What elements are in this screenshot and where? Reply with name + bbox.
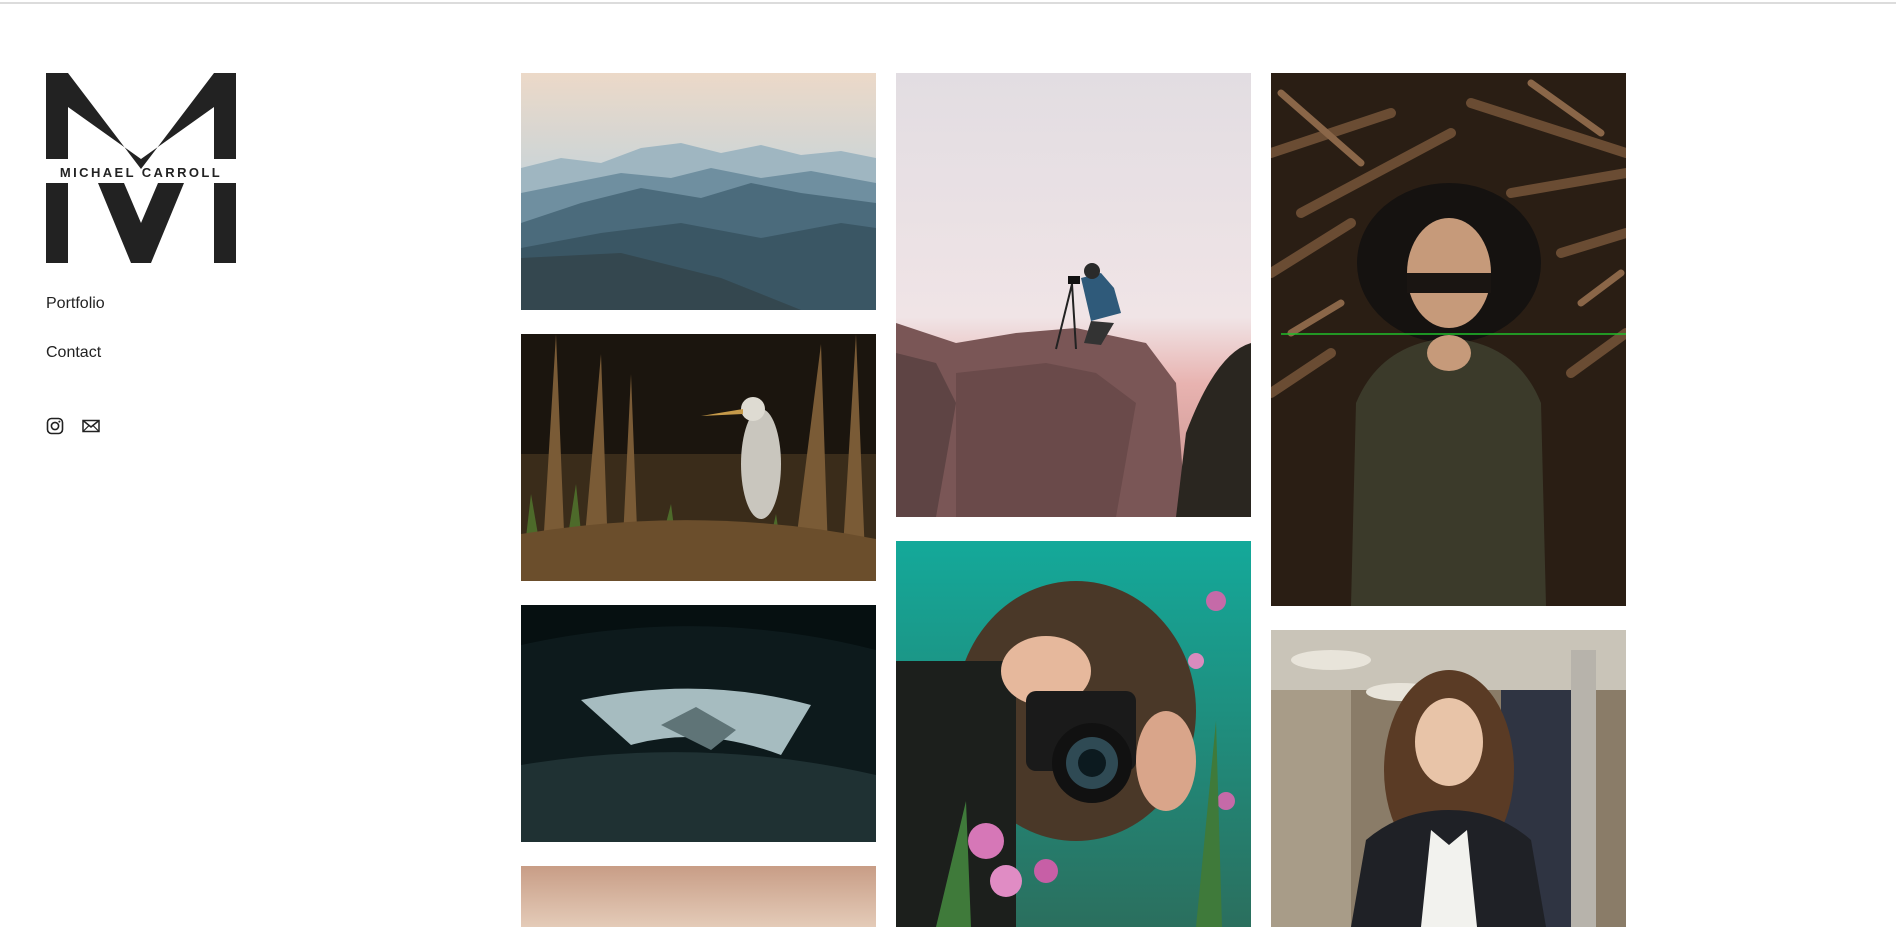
photo-tile-photographer[interactable] [896,73,1251,517]
sidebar: MICHAEL CARROLL Portfolio Contact [46,73,346,435]
woman-with-camera-photo [896,541,1251,927]
logo-link[interactable]: MICHAEL CARROLL [46,73,236,263]
mail-icon [82,419,100,433]
photo-tile-sunset[interactable] [521,866,876,927]
mountain-range-photo [521,73,876,310]
photo-tile-ice-cave[interactable] [521,605,876,842]
photo-tile-woman-hat[interactable] [1271,73,1626,606]
heron-in-reeds-photo [521,334,876,581]
main-nav: Portfolio Contact [46,293,346,363]
photographer-on-rock-photo [896,73,1251,517]
logo: MICHAEL CARROLL [46,73,236,263]
social-links [46,417,100,435]
woman-in-hat-photo [1271,73,1626,606]
email-link[interactable] [82,417,100,435]
instagram-icon [46,417,64,435]
photo-tile-mountains[interactable] [521,73,876,310]
nav-portfolio[interactable]: Portfolio [46,293,346,314]
instagram-link[interactable] [46,417,64,435]
nav-contact[interactable]: Contact [46,342,346,363]
brand-name: MICHAEL CARROLL [60,165,222,180]
sunset-horizon-photo [521,866,876,927]
top-divider [0,2,1896,4]
photo-tile-businesswoman[interactable] [1271,630,1626,927]
businesswoman-portrait-photo [1271,630,1626,927]
photo-tile-heron[interactable] [521,334,876,581]
photo-tile-woman-camera[interactable] [896,541,1251,927]
ice-cave-photo [521,605,876,842]
